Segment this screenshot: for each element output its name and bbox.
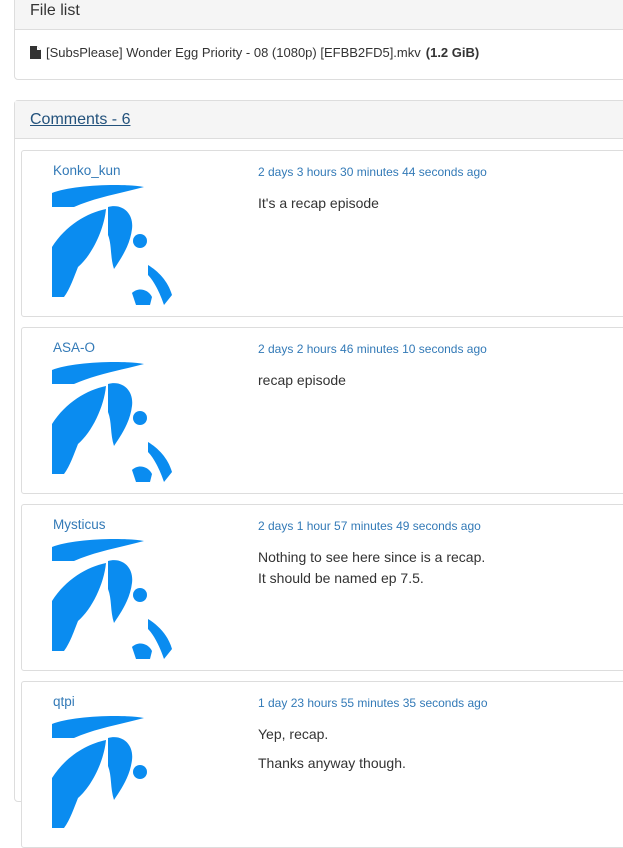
avatar[interactable] (52, 716, 172, 836)
comment: Mysticus 2 days 1 hour 57 minutes 49 sec… (21, 504, 623, 671)
comment-username[interactable]: qtpi (53, 694, 75, 709)
file-list-heading: File list (15, 0, 623, 30)
avatar[interactable] (52, 185, 172, 305)
avatar[interactable] (52, 539, 172, 659)
comment: qtpi 1 day 23 hours 55 minutes 35 second… (21, 681, 623, 848)
file-name: [SubsPlease] Wonder Egg Priority - 08 (1… (46, 45, 421, 60)
file-size: (1.2 GiB) (425, 45, 480, 60)
file-list-panel: File list [SubsPlease] Wonder Egg Priori… (14, 0, 623, 80)
comment-text: recap episode (258, 372, 346, 388)
comment-username[interactable]: Konko_kun (53, 163, 121, 178)
comments-heading: Comments - 6 (15, 101, 623, 139)
comment-body: Nothing to see here since is a recap. It… (258, 547, 485, 589)
comment-username[interactable]: Mysticus (53, 517, 106, 532)
comment: ASA-O 2 days 2 hours 46 minutes 10 secon… (21, 327, 623, 494)
comment-body: recap episode (258, 370, 346, 399)
comment: Konko_kun 2 days 3 hours 30 minutes 44 s… (21, 150, 623, 317)
comment-body: It's a recap episode (258, 193, 379, 222)
comment-username[interactable]: ASA-O (53, 340, 95, 355)
comment-text: It's a recap episode (258, 195, 379, 211)
comment-text: Nothing to see here since is a recap. (258, 549, 486, 565)
comments-toggle-link[interactable]: Comments - 6 (30, 111, 130, 128)
comment-body: Yep, recap. Thanks anyway though. (258, 724, 406, 782)
comment-timestamp[interactable]: 2 days 1 hour 57 minutes 49 seconds ago (258, 519, 481, 533)
file-entry: [SubsPlease] Wonder Egg Priority - 08 (1… (30, 45, 479, 60)
comment-timestamp[interactable]: 1 day 23 hours 55 minutes 35 seconds ago (258, 696, 488, 710)
comment-timestamp[interactable]: 2 days 3 hours 30 minutes 44 seconds ago (258, 165, 487, 179)
comment-timestamp[interactable]: 2 days 2 hours 46 minutes 10 seconds ago (258, 342, 487, 356)
avatar[interactable] (52, 362, 172, 482)
comments-panel: Comments - 6 Konko_kun 2 days 3 hours 30… (14, 100, 623, 848)
comment-text: Thanks anyway though. (258, 755, 406, 771)
comment-text: It should be named ep 7.5. (258, 570, 424, 586)
file-icon (30, 46, 41, 59)
comment-text: Yep, recap. (258, 726, 329, 742)
